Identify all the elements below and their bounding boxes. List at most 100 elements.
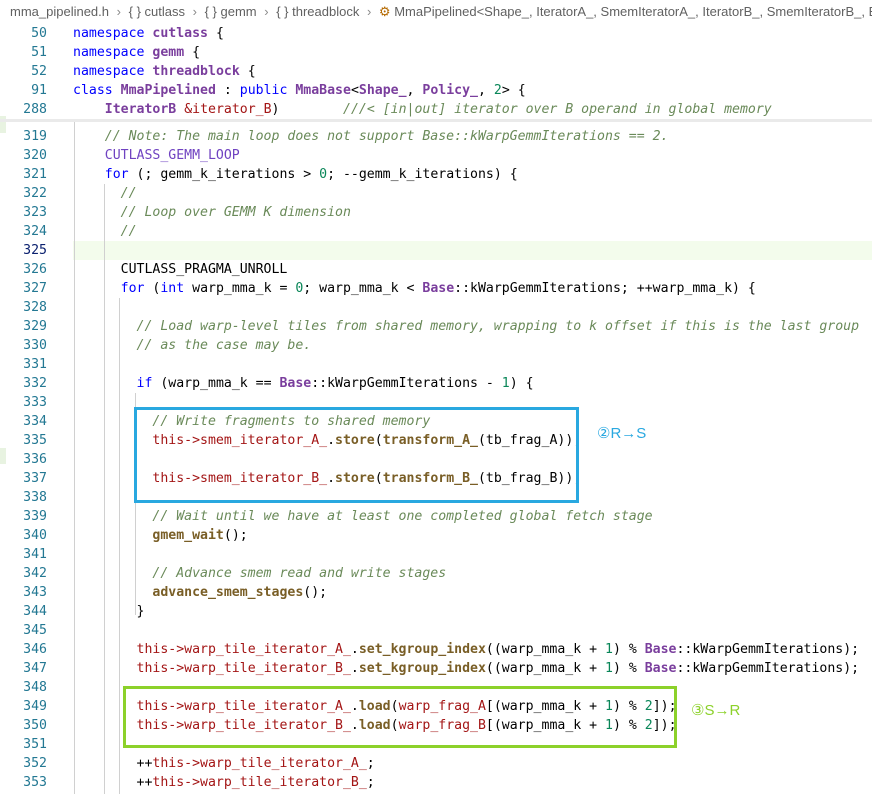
code-text[interactable]: } — [73, 602, 145, 621]
line-number: 288 — [23, 102, 47, 117]
code-line[interactable]: 323 // Loop over GEMM K dimension — [0, 203, 872, 222]
code-text[interactable]: namespace cutlass { — [73, 24, 224, 43]
code-line[interactable]: 326 CUTLASS_PRAGMA_UNROLL — [0, 260, 872, 279]
annotation-label-blue: ②R→S — [597, 425, 647, 442]
annotation-box-blue — [134, 407, 579, 503]
line-number: 353 — [23, 775, 47, 790]
line-number: 347 — [23, 661, 47, 676]
code-line[interactable]: 353 ++this->warp_tile_iterator_B_; — [0, 773, 872, 792]
chevron-right-icon: › — [116, 4, 121, 19]
code-line[interactable]: 330 // as the case may be. — [0, 336, 872, 355]
chevron-right-icon: › — [366, 4, 372, 19]
code-line[interactable]: 347 this->warp_tile_iterator_B_.set_kgro… — [0, 659, 872, 678]
code-text[interactable]: namespace gemm { — [73, 43, 200, 62]
annotation-label-green: ③S→R — [691, 702, 741, 719]
code-text[interactable]: // — [73, 222, 137, 241]
line-number: 341 — [23, 547, 47, 562]
code-line[interactable]: 327 for (int warp_mma_k = 0; warp_mma_k … — [0, 279, 872, 298]
code-text[interactable]: // — [73, 184, 137, 203]
code-text[interactable]: ++this->warp_tile_iterator_B_; — [73, 773, 375, 792]
line-number: 330 — [23, 338, 47, 353]
code-text[interactable]: advance_smem_stages(); — [73, 583, 327, 602]
code-line[interactable]: 51 namespace gemm { — [0, 43, 872, 62]
breadcrumb-file[interactable]: mma_pipelined.h — [10, 4, 109, 19]
line-number: 327 — [23, 281, 47, 296]
code-line[interactable]: 52 namespace threadblock { — [0, 62, 872, 81]
line-number: 324 — [23, 224, 47, 239]
code-text[interactable]: for (int warp_mma_k = 0; warp_mma_k < Ba… — [73, 279, 756, 298]
code-text[interactable]: gmem_wait(); — [73, 526, 247, 545]
code-text[interactable]: if (warp_mma_k == Base::kWarpGemmIterati… — [73, 374, 534, 393]
chevron-right-icon: › — [264, 4, 269, 19]
code-line[interactable]: 346 this->warp_tile_iterator_A_.set_kgro… — [0, 640, 872, 659]
code-line[interactable]: 340 gmem_wait(); — [0, 526, 872, 545]
code-line[interactable]: 339 // Wait until we have at least one c… — [0, 507, 872, 526]
line-number: 340 — [23, 528, 47, 543]
breadcrumb[interactable]: mma_pipelined.h › { } cutlass › { } gemm… — [0, 0, 872, 24]
code-line[interactable]: 288 IteratorB &iterator_B) ///< [in|out]… — [0, 100, 872, 119]
line-number: 349 — [23, 699, 47, 714]
sticky-scroll-separator — [0, 119, 872, 122]
code-line[interactable]: 320 CUTLASS_GEMM_LOOP — [0, 146, 872, 165]
code-text[interactable]: CUTLASS_PRAGMA_UNROLL — [73, 260, 288, 279]
code-line[interactable]: 345 — [0, 621, 872, 640]
code-line[interactable]: 343 advance_smem_stages(); — [0, 583, 872, 602]
code-text[interactable]: CUTLASS_GEMM_LOOP — [73, 146, 240, 165]
code-line[interactable]: 344 } — [0, 602, 872, 621]
line-number: 350 — [23, 718, 47, 733]
line-number: 332 — [23, 376, 47, 391]
line-number: 338 — [23, 490, 47, 505]
line-number: 325 — [23, 243, 47, 258]
line-number: 323 — [23, 205, 47, 220]
line-number: 52 — [31, 64, 47, 79]
line-number: 348 — [23, 680, 47, 695]
breadcrumb-namespace-threadblock[interactable]: { } threadblock — [276, 4, 359, 19]
code-text[interactable]: // Load warp-level tiles from shared mem… — [73, 317, 860, 336]
line-number: 331 — [23, 357, 47, 372]
line-number: 352 — [23, 756, 47, 771]
class-symbol-icon: ⚙ — [378, 4, 391, 19]
code-text[interactable]: this->warp_tile_iterator_B_.set_kgroup_i… — [73, 659, 860, 678]
code-line[interactable]: 341 — [0, 545, 872, 564]
line-number: 51 — [31, 45, 47, 60]
line-number: 336 — [23, 452, 47, 467]
code-line[interactable]: 319 // Note: The main loop does not supp… — [0, 127, 872, 146]
breadcrumb-symbol[interactable]: MmaPipelined<Shape_, IteratorA_, SmemIte… — [394, 4, 872, 19]
code-line[interactable]: 321 for (; gemm_k_iterations > 0; --gemm… — [0, 165, 872, 184]
line-number: 321 — [23, 167, 47, 182]
code-line[interactable]: 328 — [0, 298, 872, 317]
line-number: 343 — [23, 585, 47, 600]
line-number: 91 — [31, 83, 47, 98]
breadcrumb-namespace-cutlass[interactable]: { } cutlass — [129, 4, 185, 19]
code-text[interactable]: ++this->warp_tile_iterator_A_; — [73, 754, 375, 773]
code-text[interactable]: class MmaPipelined : public MmaBase<Shap… — [73, 81, 526, 100]
code-text[interactable]: // Loop over GEMM K dimension — [73, 203, 351, 222]
code-text[interactable]: for (; gemm_k_iterations > 0; --gemm_k_i… — [73, 165, 518, 184]
code-text[interactable]: // Wait until we have at least one compl… — [73, 507, 652, 526]
line-number: 329 — [23, 319, 47, 334]
code-text[interactable]: // Advance smem read and write stages — [73, 564, 446, 583]
code-text[interactable]: namespace threadblock { — [73, 62, 256, 81]
code-line[interactable]: 342 // Advance smem read and write stage… — [0, 564, 872, 583]
code-line[interactable]: 325 — [0, 241, 872, 260]
code-text[interactable]: // as the case may be. — [73, 336, 312, 355]
code-text[interactable]: IteratorB &iterator_B) ///< [in|out] ite… — [73, 100, 772, 119]
code-line[interactable]: 50 namespace cutlass { — [0, 24, 872, 43]
breadcrumb-namespace-gemm[interactable]: { } gemm — [205, 4, 257, 19]
code-line[interactable]: 322 // — [0, 184, 872, 203]
line-number: 339 — [23, 509, 47, 524]
code-line[interactable]: 352 ++this->warp_tile_iterator_A_; — [0, 754, 872, 773]
line-number: 322 — [23, 186, 47, 201]
line-number: 319 — [23, 129, 47, 144]
chevron-right-icon: › — [192, 4, 197, 19]
code-line[interactable]: 332 if (warp_mma_k == Base::kWarpGemmIte… — [0, 374, 872, 393]
code-line[interactable]: 329 // Load warp-level tiles from shared… — [0, 317, 872, 336]
code-line[interactable]: 324 // — [0, 222, 872, 241]
code-text[interactable]: this->warp_tile_iterator_A_.set_kgroup_i… — [73, 640, 860, 659]
line-number: 333 — [23, 395, 47, 410]
code-text[interactable]: // Note: The main loop does not support … — [73, 127, 669, 146]
line-number: 346 — [23, 642, 47, 657]
code-line[interactable]: 331 — [0, 355, 872, 374]
code-line[interactable]: 91 class MmaPipelined : public MmaBase<Sh… — [0, 81, 872, 100]
line-number: 345 — [23, 623, 47, 638]
